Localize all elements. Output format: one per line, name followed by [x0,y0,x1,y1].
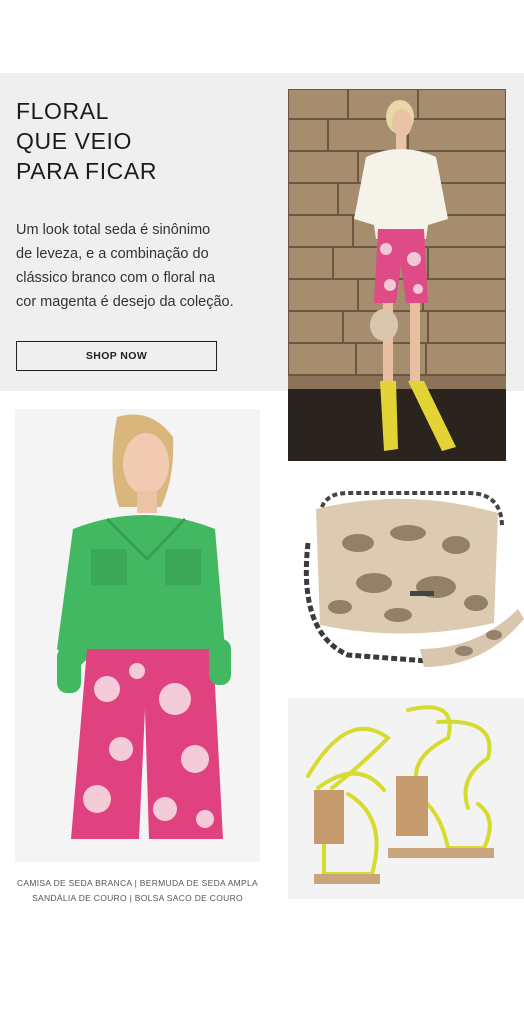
shop-now-button[interactable]: SHOP NOW [16,341,217,371]
caption-line-2: SANDÁLIA DE COURO | BOLSA SACO DE COURO [32,893,243,903]
bag-photo[interactable] [288,483,524,683]
hero-description: Um look total seda é sinônimo de leveza,… [16,222,234,310]
model-photo[interactable] [15,409,260,862]
hero-title: FLORAL QUE VEIO PARA FICAR [16,98,158,184]
caption-line-1: CAMISA DE SEDA BRANCA | BERMUDA DE SEDA … [16,878,259,888]
sandals-photo[interactable] [288,698,524,899]
product-caption: CAMISA DE SEDA BRANCA | BERMUDA DE SEDA … [15,876,260,906]
street-style-photo[interactable] [288,89,506,461]
